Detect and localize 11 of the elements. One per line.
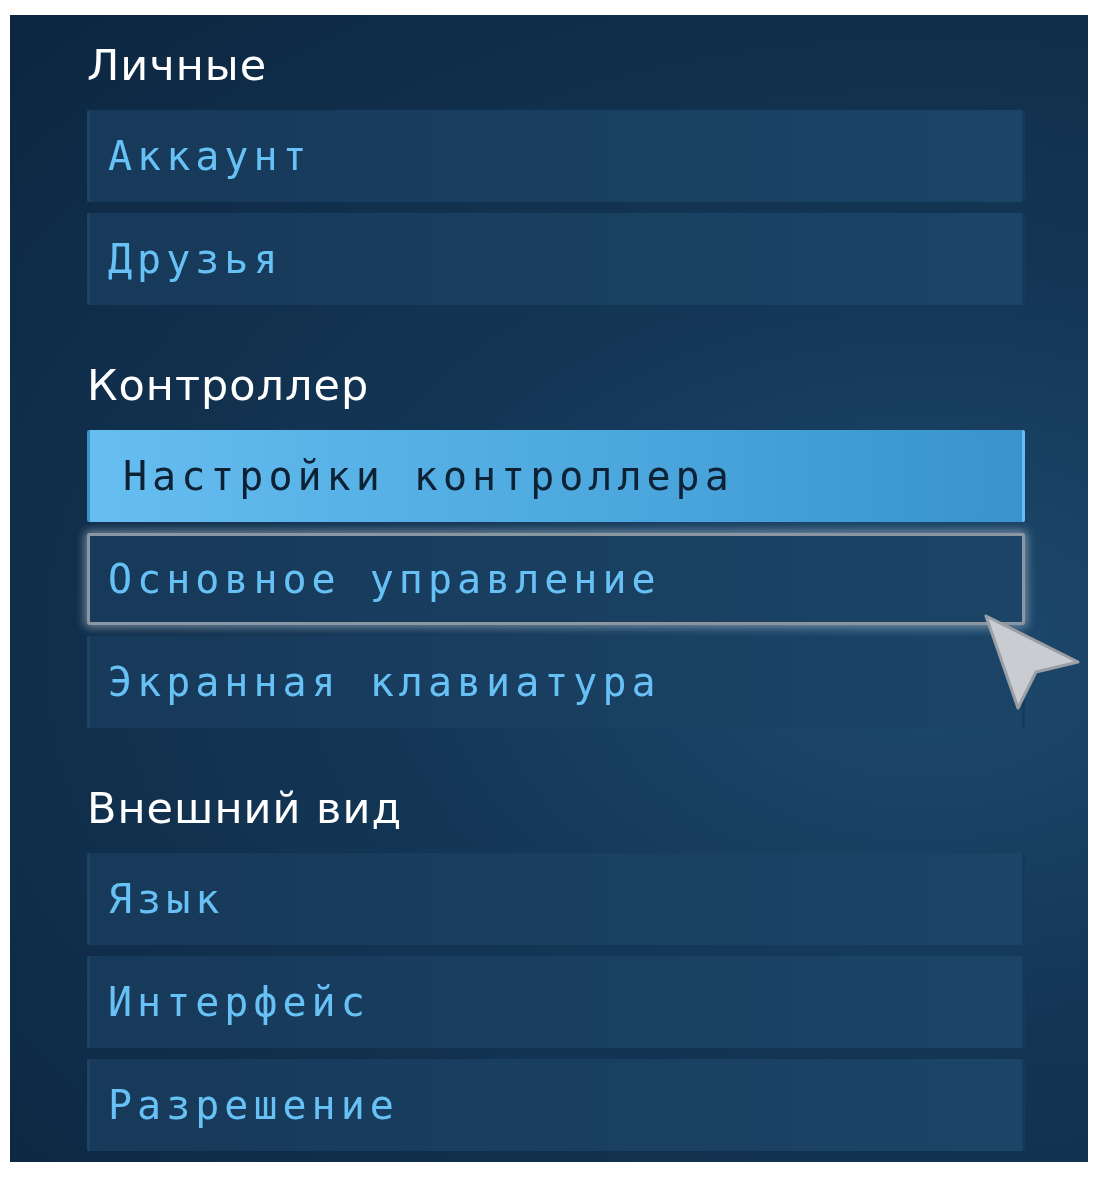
menu-item[interactable]: Настройки контроллера <box>87 430 1025 522</box>
section-heading: Внешний вид <box>87 782 404 835</box>
menu-item[interactable]: Разрешение <box>87 1059 1025 1151</box>
menu-item[interactable]: Интерфейс <box>87 956 1025 1048</box>
menu-item[interactable]: Аккаунт <box>87 110 1025 202</box>
menu-item[interactable]: Язык <box>87 853 1025 945</box>
menu-item[interactable]: Друзья <box>87 213 1025 305</box>
menu-item[interactable]: Экранная клавиатура <box>87 636 1025 728</box>
menu-item[interactable]: Основное управление <box>87 533 1025 625</box>
section-heading: Личные <box>87 39 269 92</box>
section-heading: Контроллер <box>87 359 371 412</box>
